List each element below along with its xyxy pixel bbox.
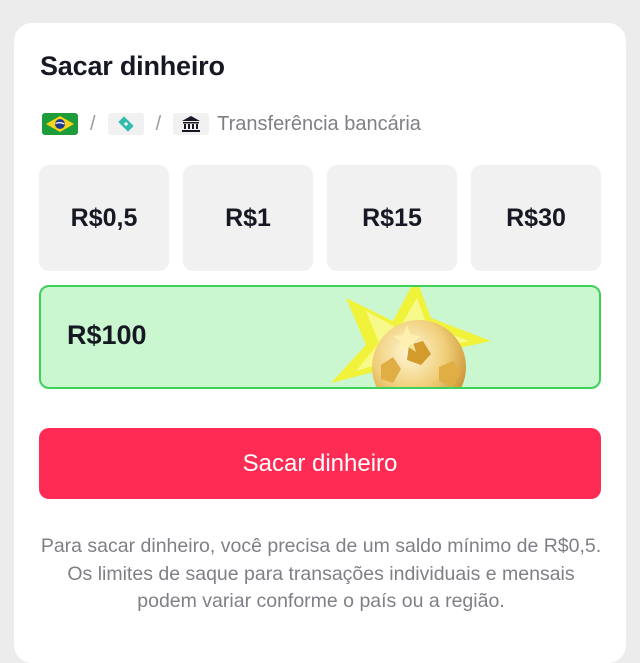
amount-option[interactable]: R$1 (183, 165, 313, 271)
amount-option[interactable]: R$30 (471, 165, 601, 271)
page-title: Sacar dinheiro (40, 51, 225, 81)
pix-icon (107, 113, 144, 135)
selected-amount-label: R$100 (67, 320, 147, 350)
amount-option-selected[interactable]: R$100 (39, 285, 601, 389)
amount-option[interactable]: R$15 (327, 165, 457, 271)
withdraw-info-text: Para sacar dinheiro, você precisa de um … (40, 535, 602, 612)
payment-methods: / / Transferência bancária (42, 112, 421, 136)
bank-transfer-label: Transferência bancária (217, 112, 421, 135)
method-separator: / (90, 112, 96, 135)
amount-option[interactable]: R$0,5 (39, 165, 169, 271)
withdraw-card: Sacar dinheiro / / Transferência bancári… (14, 23, 626, 663)
withdraw-button[interactable]: Sacar dinheiro (39, 428, 601, 499)
brazil-flag-icon (42, 113, 78, 135)
soccer-ball-icon (331, 287, 491, 387)
method-separator: / (155, 112, 162, 135)
bank-icon (173, 113, 210, 135)
amount-options: R$0,5 R$1 R$15 R$30 (39, 165, 601, 271)
